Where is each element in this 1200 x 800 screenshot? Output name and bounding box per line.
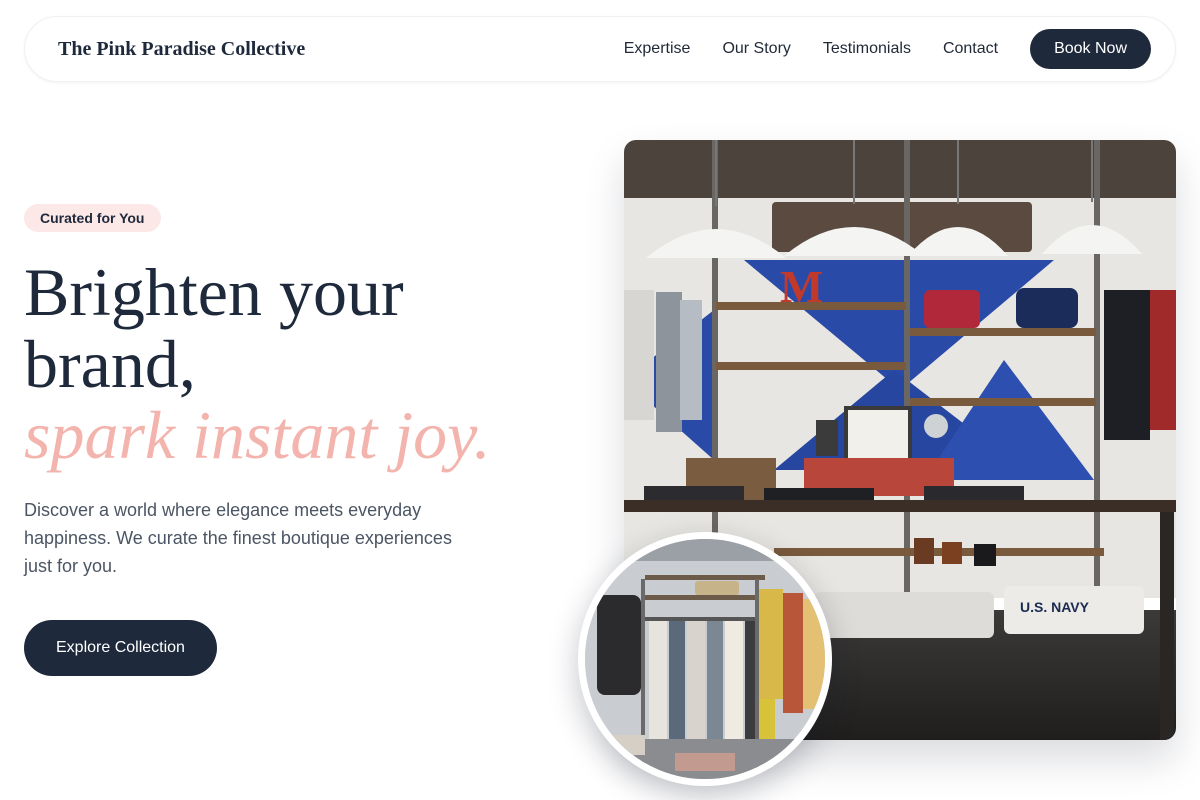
nav-link-contact[interactable]: Contact [943,40,998,58]
landing-page: The Pink Paradise Collective Expertise O… [0,0,1200,800]
clothing-rack-image [578,532,832,786]
headline-accent: spark instant joy. [24,397,491,473]
us-navy-sign: U.S. NAVY [1020,599,1090,615]
headline-line-1: Brighten your [24,254,404,330]
hero-headline: Brighten your brand, spark instant joy. [24,256,584,471]
hero-description: Discover a world where elegance meets ev… [24,500,452,576]
curated-badge: Curated for You [24,204,161,232]
top-nav-bar: The Pink Paradise Collective Expertise O… [24,16,1176,82]
headline-line-2: brand, [24,326,196,402]
nav-links: Expertise Our Story Testimonials Contact… [624,29,1151,69]
nav-link-testimonials[interactable]: Testimonials [823,40,911,58]
brand-logo[interactable]: The Pink Paradise Collective [58,38,305,61]
book-now-button[interactable]: Book Now [1030,29,1151,69]
explore-collection-button[interactable]: Explore Collection [24,620,217,676]
nav-link-our-story[interactable]: Our Story [722,40,790,58]
clothing-rack-illustration [585,539,825,779]
nav-link-expertise[interactable]: Expertise [624,40,691,58]
